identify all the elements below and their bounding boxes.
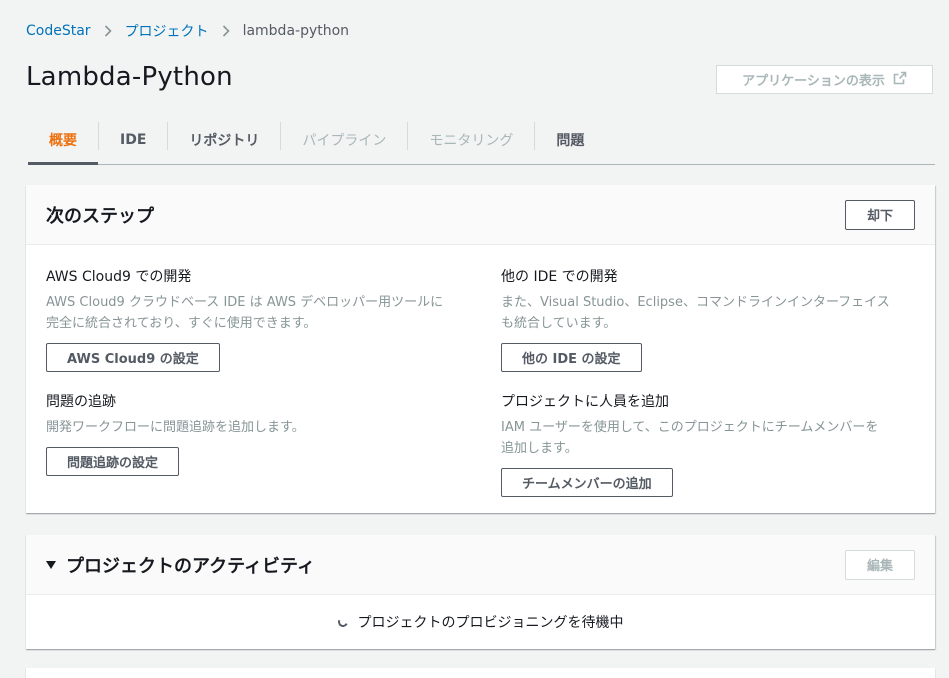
step-description-line: AWS Cloud9 クラウドベース IDE は AWS デベロッパー用ツールに — [46, 295, 444, 310]
breadcrumb-projects-link[interactable]: プロジェクト — [125, 21, 209, 41]
step-issue-tracking: 問題の追跡 開発ワークフローに問題追跡を追加します。 問題追跡の設定 — [46, 391, 466, 476]
chevron-right-icon — [104, 25, 112, 37]
setup-issue-tracking-button[interactable]: 問題追跡の設定 — [46, 447, 180, 476]
next-steps-panel: 次のステップ 却下 AWS Cloud9 での開発 AWS Cloud9 クラウ… — [26, 185, 935, 513]
tab-ide[interactable]: IDE — [99, 116, 167, 164]
caret-down-icon — [46, 560, 56, 569]
project-activity-header: プロジェクトのアクティビティ 編集 — [26, 535, 935, 595]
chevron-right-icon — [222, 25, 230, 37]
loading-status: プロジェクトのプロビジョニングを待機中 — [26, 595, 935, 649]
dismiss-button[interactable]: 却下 — [845, 199, 915, 230]
external-link-icon — [893, 71, 907, 89]
view-application-button[interactable]: アプリケーションの表示 — [716, 65, 933, 94]
project-activity-panel: プロジェクトのアクティビティ 編集 プロジェクトのプロビジョニングを待機中 — [26, 535, 935, 649]
project-activity-title: プロジェクトのアクティビティ — [66, 555, 315, 577]
page-title: Lambda-Python — [26, 62, 233, 92]
loading-text: プロジェクトのプロビジョニングを待機中 — [357, 615, 624, 631]
spinner-icon — [336, 615, 349, 629]
next-panel-edge — [26, 668, 935, 678]
tab-pipeline: パイプライン — [302, 133, 387, 149]
breadcrumb-codestar-link[interactable]: CodeStar — [26, 23, 91, 39]
step-other-ide: 他の IDE での開発 また、Visual Studio、Eclipse、コマン… — [501, 266, 921, 372]
next-steps-header: 次のステップ 却下 — [26, 185, 935, 245]
step-description-line: IAM ユーザーを使用して、このプロジェクトにチームメンバーを — [501, 420, 879, 435]
step-description-line: 追加します。 — [501, 441, 578, 456]
step-title: 他の IDE での開発 — [501, 269, 618, 285]
step-cloud9: AWS Cloud9 での開発 AWS Cloud9 クラウドベース IDE は… — [46, 266, 466, 372]
next-steps-title: 次のステップ — [46, 205, 154, 227]
breadcrumb: CodeStar プロジェクト lambda-python — [26, 21, 349, 41]
tab-bar: 概要 IDE リポジトリ パイプライン モニタリング 問題 — [28, 116, 935, 165]
step-description-line: また、Visual Studio、Eclipse、コマンドラインインターフェイス — [501, 295, 890, 310]
project-activity-toggle[interactable]: プロジェクトのアクティビティ — [46, 552, 315, 578]
step-add-team-members: プロジェクトに人員を追加 IAM ユーザーを使用して、このプロジェクトにチームメ… — [501, 391, 921, 497]
breadcrumb-current: lambda-python — [242, 23, 350, 39]
setup-other-ide-button[interactable]: 他の IDE の設定 — [501, 343, 642, 372]
view-application-label: アプリケーションの表示 — [742, 74, 885, 89]
step-title: AWS Cloud9 での開発 — [46, 269, 192, 285]
tab-overview[interactable]: 概要 — [28, 116, 98, 165]
tab-issues[interactable]: 問題 — [535, 116, 605, 164]
tab-monitoring: モニタリング — [429, 133, 514, 149]
step-description-line: も統合しています。 — [501, 316, 617, 331]
step-title: プロジェクトに人員を追加 — [501, 394, 669, 410]
tab-repository[interactable]: リポジトリ — [168, 116, 280, 164]
step-description-line: 開発ワークフローに問題追跡を追加します。 — [46, 420, 305, 435]
next-steps-body: AWS Cloud9 での開発 AWS Cloud9 クラウドベース IDE は… — [26, 245, 935, 513]
step-title: 問題の追跡 — [46, 394, 116, 410]
add-team-member-button[interactable]: チームメンバーの追加 — [501, 468, 673, 497]
setup-cloud9-button[interactable]: AWS Cloud9 の設定 — [46, 343, 220, 372]
edit-button[interactable]: 編集 — [845, 549, 915, 580]
step-description-line: 完全に統合されており、すぐに使用できます。 — [46, 316, 317, 331]
